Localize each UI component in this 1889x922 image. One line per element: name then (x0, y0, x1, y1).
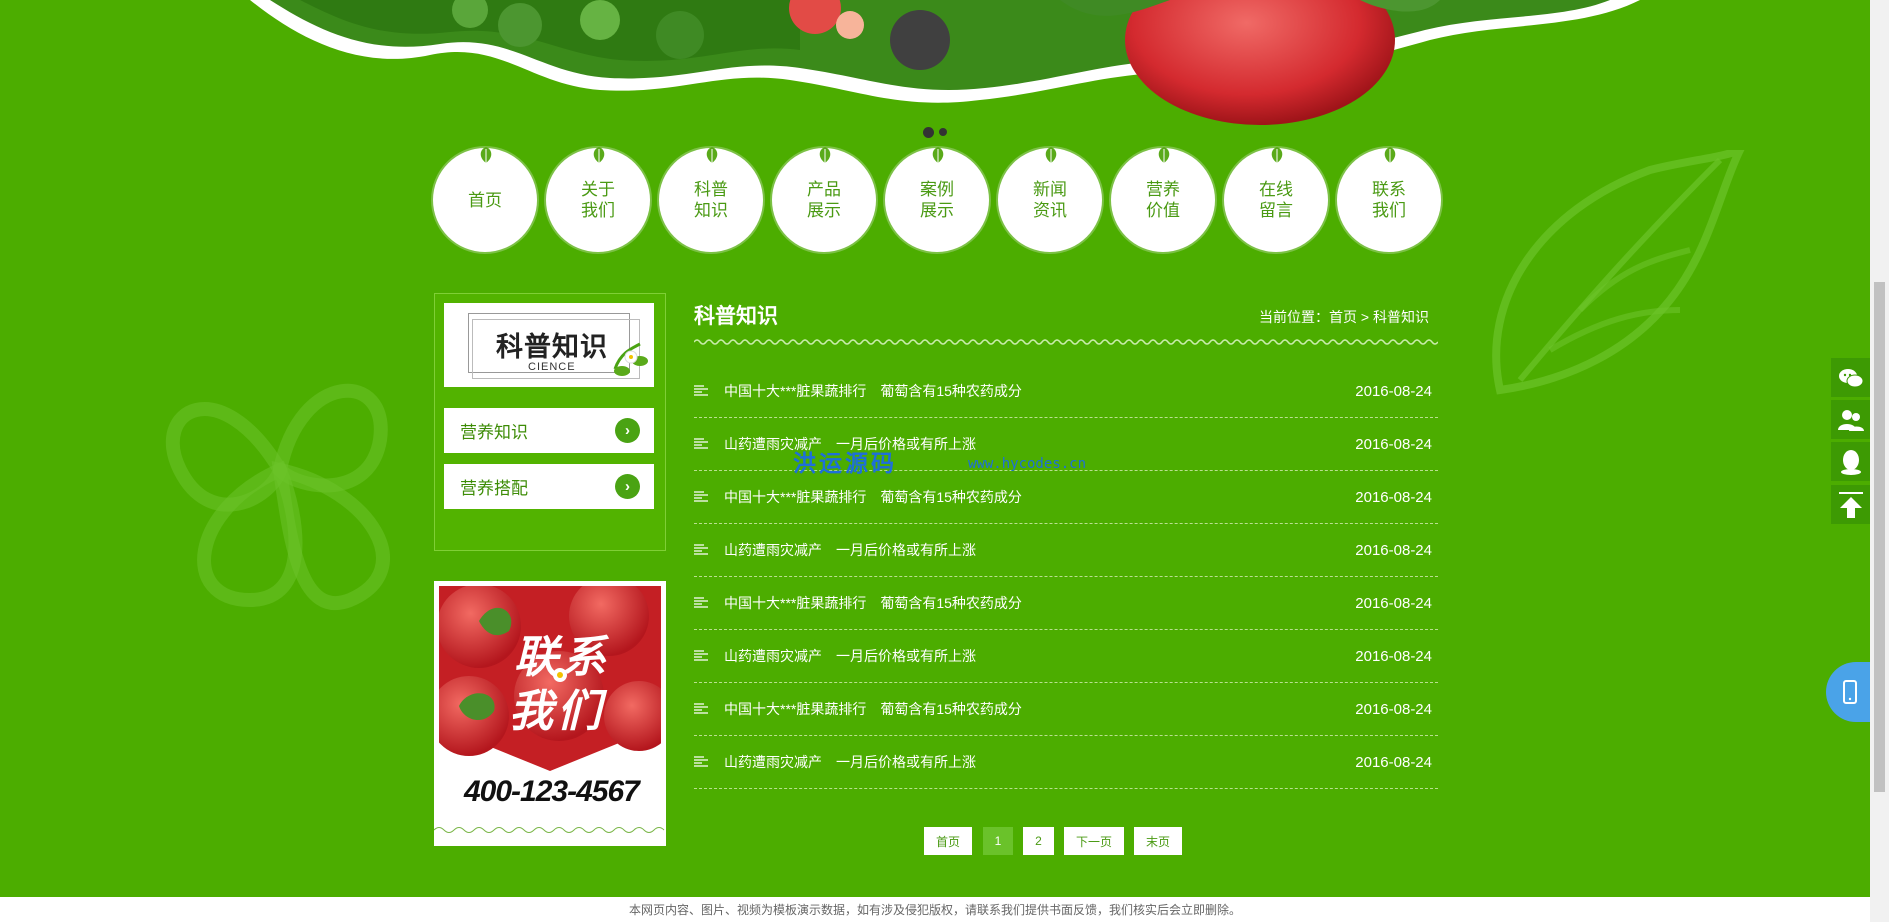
contact-card: 联系 我们 400-123-4567 (434, 581, 666, 846)
list-icon (694, 544, 708, 555)
list-icon (694, 756, 708, 767)
sidebar-subtitle: CIENCE (528, 361, 576, 373)
chevron-right-icon: › (615, 418, 640, 443)
sidebar-item-label: 营养知识 (460, 423, 528, 442)
article-title[interactable]: 中国十大***脏果蔬排行 葡萄含有15种农药成分 (724, 699, 1355, 719)
leaf-icon (593, 147, 605, 163)
nav-label: 在线 留言 (1259, 180, 1293, 220)
hero-banner (250, 0, 1640, 125)
article-title[interactable]: 中国十大***脏果蔬排行 葡萄含有15种农药成分 (724, 381, 1355, 401)
nav-label: 营养 价值 (1146, 180, 1180, 220)
page-title: 科普知识 (694, 305, 778, 328)
article-date: 2016-08-24 (1355, 700, 1432, 718)
wavy-divider (694, 339, 1438, 345)
leaf-icon (1045, 147, 1057, 163)
clover-decoration (165, 383, 390, 610)
qq-button[interactable] (1831, 442, 1870, 481)
list-icon (694, 438, 708, 449)
list-icon (694, 491, 708, 502)
leaf-icon (1384, 147, 1396, 163)
mobile-icon (1843, 680, 1857, 704)
scrollbar-thumb[interactable] (1874, 282, 1885, 792)
watermark-url: www.hycodes.cn (968, 456, 1087, 472)
wechat-icon (1838, 368, 1863, 387)
leaf-icon (1271, 147, 1283, 163)
article-date: 2016-08-24 (1355, 541, 1432, 559)
watermark-text: 洪运源码 (793, 450, 897, 476)
pagination-next[interactable]: 下一页 (1064, 827, 1124, 855)
article-title[interactable]: 中国十大***脏果蔬排行 葡萄含有15种农药成分 (724, 487, 1355, 507)
sidebar-item-nutrition-pairing[interactable]: 营养搭配 › (444, 464, 654, 509)
contact-phone: 400-123-4567 (464, 775, 640, 808)
pagination-page-1[interactable]: 1 (983, 827, 1013, 855)
article-date: 2016-08-24 (1355, 488, 1432, 506)
nav-label: 关于 我们 (581, 180, 615, 220)
chevron-right-icon: › (615, 474, 640, 499)
list-item[interactable]: 中国十大***脏果蔬排行 葡萄含有15种农药成分 2016-08-24 (694, 683, 1438, 736)
pagination-page-2[interactable]: 2 (1023, 827, 1054, 855)
nav-label: 联系 我们 (1372, 180, 1406, 220)
main-nav: 首页 关于 我们 科普 知识 产品 展示 案例 展示 新闻 资讯 营养 价值 在… (434, 147, 1438, 250)
article-title[interactable]: 山药遭雨灾减产 一月后价格或有所上涨 (724, 752, 1355, 772)
customer-service-button[interactable] (1831, 400, 1870, 439)
wechat-button[interactable] (1831, 358, 1870, 397)
leaf-decoration (1492, 150, 1745, 395)
article-title[interactable]: 山药遭雨灾减产 一月后价格或有所上涨 (724, 646, 1355, 666)
nav-item-news[interactable]: 新闻 资讯 (1001, 147, 1099, 249)
sidebar-item-nutrition-knowledge[interactable]: 营养知识 › (444, 408, 654, 453)
list-item[interactable]: 中国十大***脏果蔬排行 葡萄含有15种农药成分 2016-08-24 (694, 365, 1438, 418)
article-title[interactable]: 山药遭雨灾减产 一月后价格或有所上涨 (724, 540, 1355, 560)
leaf-icon (819, 147, 831, 163)
back-to-top-icon (1838, 491, 1863, 518)
leaf-icon (932, 147, 944, 163)
nav-item-nutrition[interactable]: 营养 价值 (1114, 147, 1212, 249)
article-date: 2016-08-24 (1355, 594, 1432, 612)
nav-item-contact[interactable]: 联系 我们 (1340, 147, 1438, 249)
nav-label: 案例 展示 (920, 180, 954, 220)
leaf-icon (480, 147, 492, 163)
list-icon (694, 703, 708, 714)
article-title[interactable]: 中国十大***脏果蔬排行 葡萄含有15种农药成分 (724, 593, 1355, 613)
list-item[interactable]: 中国十大***脏果蔬排行 葡萄含有15种农药成分 2016-08-24 (694, 471, 1438, 524)
sidebar-title-card: 科普知识 CIENCE (444, 303, 654, 387)
list-icon (694, 385, 708, 396)
footer-disclaimer: 本网页内容、图片、视频为模板演示数据，如有涉及侵犯版权，请联系我们提供书面反馈，… (0, 897, 1870, 922)
customer-service-icon (1837, 409, 1864, 431)
article-date: 2016-08-24 (1355, 647, 1432, 665)
article-date: 2016-08-24 (1355, 382, 1432, 400)
nav-item-about[interactable]: 关于 我们 (549, 147, 647, 249)
wavy-divider (434, 827, 665, 833)
list-icon (694, 650, 708, 661)
nav-label: 新闻 资讯 (1033, 180, 1067, 220)
carousel-dot-2[interactable] (939, 128, 947, 136)
carousel-dot-1[interactable] (923, 127, 934, 138)
nav-label: 科普 知识 (694, 180, 728, 220)
nav-item-home[interactable]: 首页 (436, 147, 534, 249)
nav-item-products[interactable]: 产品 展示 (775, 147, 873, 249)
qq-icon (1840, 449, 1861, 475)
list-item[interactable]: 中国十大***脏果蔬排行 葡萄含有15种农药成分 2016-08-24 (694, 577, 1438, 630)
flower-icon (613, 342, 648, 376)
list-item[interactable]: 山药遭雨灾减产 一月后价格或有所上涨 2016-08-24 (694, 630, 1438, 683)
list-icon (694, 597, 708, 608)
list-item[interactable]: 山药遭雨灾减产 一月后价格或有所上涨 2016-08-24 (694, 736, 1438, 789)
mobile-button[interactable] (1826, 662, 1874, 722)
sidebar-item-label: 营养搭配 (460, 479, 528, 498)
leaf-icon (1158, 147, 1170, 163)
article-date: 2016-08-24 (1355, 753, 1432, 771)
article-date: 2016-08-24 (1355, 435, 1432, 453)
list-item[interactable]: 山药遭雨灾减产 一月后价格或有所上涨 2016-08-24 (694, 524, 1438, 577)
nav-item-cases[interactable]: 案例 展示 (888, 147, 986, 249)
breadcrumb[interactable]: 当前位置：首页 > 科普知识 (1259, 307, 1429, 327)
nav-label: 产品 展示 (807, 180, 841, 220)
pagination-last[interactable]: 末页 (1134, 827, 1182, 855)
contact-heading-line2: 我们 (509, 687, 605, 736)
leaf-icon (706, 147, 718, 163)
nav-label: 首页 (468, 190, 502, 210)
nav-item-science[interactable]: 科普 知识 (662, 147, 760, 249)
sidebar-title: 科普知识 (496, 332, 608, 362)
back-to-top-button[interactable] (1831, 485, 1870, 524)
nav-item-message[interactable]: 在线 留言 (1227, 147, 1325, 249)
pagination-first[interactable]: 首页 (924, 827, 972, 855)
